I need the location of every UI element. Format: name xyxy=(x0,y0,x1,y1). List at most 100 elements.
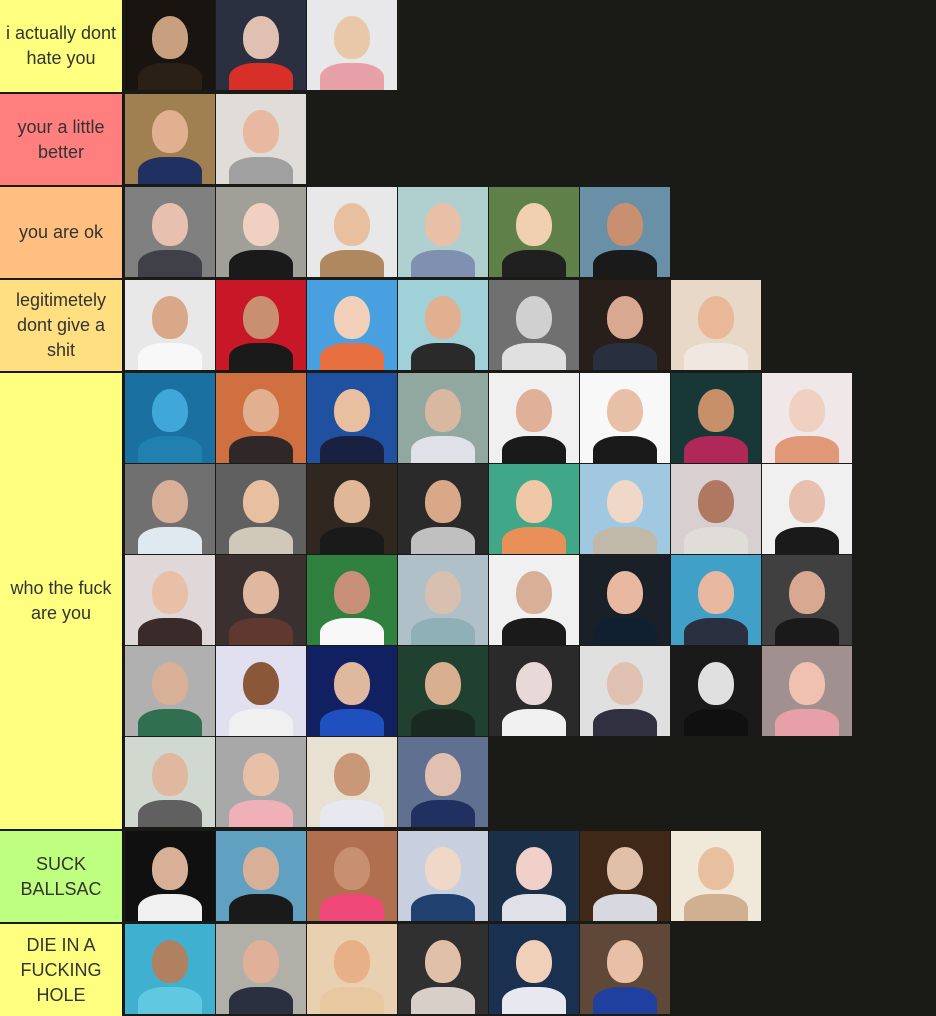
photo-face-shape xyxy=(152,389,188,433)
photo-body-shape xyxy=(410,527,476,554)
photo-face-shape xyxy=(152,296,188,340)
tier-item-photo[interactable] xyxy=(216,464,306,554)
photo-body-shape xyxy=(501,894,567,921)
tier-item-photo[interactable] xyxy=(671,280,761,370)
tier-item-photo[interactable] xyxy=(762,555,852,645)
tier-item-photo[interactable] xyxy=(216,555,306,645)
photo-face-shape xyxy=(425,662,461,706)
tier-item-photo[interactable] xyxy=(398,924,488,1014)
photo-body-shape xyxy=(501,250,567,277)
tier-item-photo[interactable] xyxy=(125,924,215,1014)
tier-item-photo[interactable] xyxy=(216,0,306,90)
tier-item-photo[interactable] xyxy=(671,831,761,921)
tier-item-photo[interactable] xyxy=(489,924,579,1014)
tier-item-photo[interactable] xyxy=(580,373,670,463)
tier-item-photo[interactable] xyxy=(671,555,761,645)
tier-item-photo[interactable] xyxy=(307,555,397,645)
photo-face-shape xyxy=(243,571,279,615)
photo-body-shape xyxy=(410,618,476,645)
tier-label[interactable]: who the fuck are you xyxy=(0,373,123,829)
tier-item-photo[interactable] xyxy=(489,187,579,277)
photo-body-shape xyxy=(319,527,385,554)
tier-item-photo[interactable] xyxy=(580,555,670,645)
tier-item-photo[interactable] xyxy=(216,280,306,370)
tier-item-photo[interactable] xyxy=(398,831,488,921)
photo-face-shape xyxy=(243,847,279,891)
tier-label[interactable]: legitimetely dont give a shit xyxy=(0,280,123,371)
tier-item-photo[interactable] xyxy=(125,187,215,277)
photo-face-shape xyxy=(607,296,643,340)
tier-item-photo[interactable] xyxy=(216,737,306,827)
tier-item-photo[interactable] xyxy=(125,737,215,827)
tier-item-photo[interactable] xyxy=(580,187,670,277)
photo-body-shape xyxy=(137,250,203,277)
tier-item-photo[interactable] xyxy=(216,94,306,184)
photo-face-shape xyxy=(334,940,370,984)
tier-item-photo[interactable] xyxy=(398,646,488,736)
tier-item-photo[interactable] xyxy=(398,555,488,645)
tier-item-photo[interactable] xyxy=(580,464,670,554)
tier-item-photo[interactable] xyxy=(398,187,488,277)
tier-label[interactable]: DIE IN A FUCKING HOLE xyxy=(0,924,123,1016)
tier-item-photo[interactable] xyxy=(489,555,579,645)
tier-item-photo[interactable] xyxy=(125,373,215,463)
tier-label[interactable]: SUCK BALLSAC xyxy=(0,831,123,922)
tier-row: your a little better xyxy=(0,94,936,185)
tier-item-photo[interactable] xyxy=(125,555,215,645)
tier-item-photo[interactable] xyxy=(489,464,579,554)
tier-item-photo[interactable] xyxy=(671,464,761,554)
tier-item-photo[interactable] xyxy=(307,924,397,1014)
tier-item-photo[interactable] xyxy=(216,373,306,463)
tier-item-photo[interactable] xyxy=(216,831,306,921)
tier-item-photo[interactable] xyxy=(580,646,670,736)
photo-body-shape xyxy=(228,436,294,463)
tier-item-photo[interactable] xyxy=(125,464,215,554)
tier-item-photo[interactable] xyxy=(307,646,397,736)
tier-item-photo[interactable] xyxy=(580,831,670,921)
tier-item-photo[interactable] xyxy=(580,924,670,1014)
photo-face-shape xyxy=(152,203,188,247)
tier-item-photo[interactable] xyxy=(398,737,488,827)
tier-label[interactable]: i actually dont hate you xyxy=(0,0,123,92)
photo-face-shape xyxy=(243,16,279,60)
tier-item-photo[interactable] xyxy=(398,280,488,370)
photo-face-shape xyxy=(334,16,370,60)
tier-item-photo[interactable] xyxy=(762,373,852,463)
tier-label[interactable]: your a little better xyxy=(0,94,123,185)
tier-item-photo[interactable] xyxy=(216,646,306,736)
tier-item-photo[interactable] xyxy=(671,373,761,463)
tier-item-photo[interactable] xyxy=(489,280,579,370)
tier-item-photo[interactable] xyxy=(307,464,397,554)
tier-item-photo[interactable] xyxy=(580,280,670,370)
tier-items xyxy=(123,187,936,278)
tier-item-photo[interactable] xyxy=(762,464,852,554)
photo-face-shape xyxy=(152,480,188,524)
tier-item-photo[interactable] xyxy=(398,464,488,554)
tier-row: SUCK BALLSAC xyxy=(0,831,936,922)
tier-item-photo[interactable] xyxy=(307,831,397,921)
tier-item-photo[interactable] xyxy=(125,280,215,370)
tier-item-photo[interactable] xyxy=(489,831,579,921)
tier-item-photo[interactable] xyxy=(125,94,215,184)
tier-row: legitimetely dont give a shit xyxy=(0,280,936,371)
tier-item-photo[interactable] xyxy=(125,646,215,736)
tier-items xyxy=(123,831,936,922)
photo-body-shape xyxy=(319,250,385,277)
tier-item-photo[interactable] xyxy=(307,280,397,370)
tier-item-photo[interactable] xyxy=(671,646,761,736)
tier-row: i actually dont hate you xyxy=(0,0,936,92)
tier-item-photo[interactable] xyxy=(489,646,579,736)
tier-item-photo[interactable] xyxy=(125,831,215,921)
tier-item-photo[interactable] xyxy=(307,0,397,90)
tier-item-photo[interactable] xyxy=(307,187,397,277)
tier-item-photo[interactable] xyxy=(762,646,852,736)
tier-item-photo[interactable] xyxy=(307,737,397,827)
tier-item-photo[interactable] xyxy=(125,0,215,90)
tier-item-photo[interactable] xyxy=(216,924,306,1014)
tier-item-photo[interactable] xyxy=(489,373,579,463)
tier-item-photo[interactable] xyxy=(307,373,397,463)
photo-body-shape xyxy=(683,436,749,463)
tier-label[interactable]: you are ok xyxy=(0,187,123,278)
tier-item-photo[interactable] xyxy=(398,373,488,463)
tier-item-photo[interactable] xyxy=(216,187,306,277)
